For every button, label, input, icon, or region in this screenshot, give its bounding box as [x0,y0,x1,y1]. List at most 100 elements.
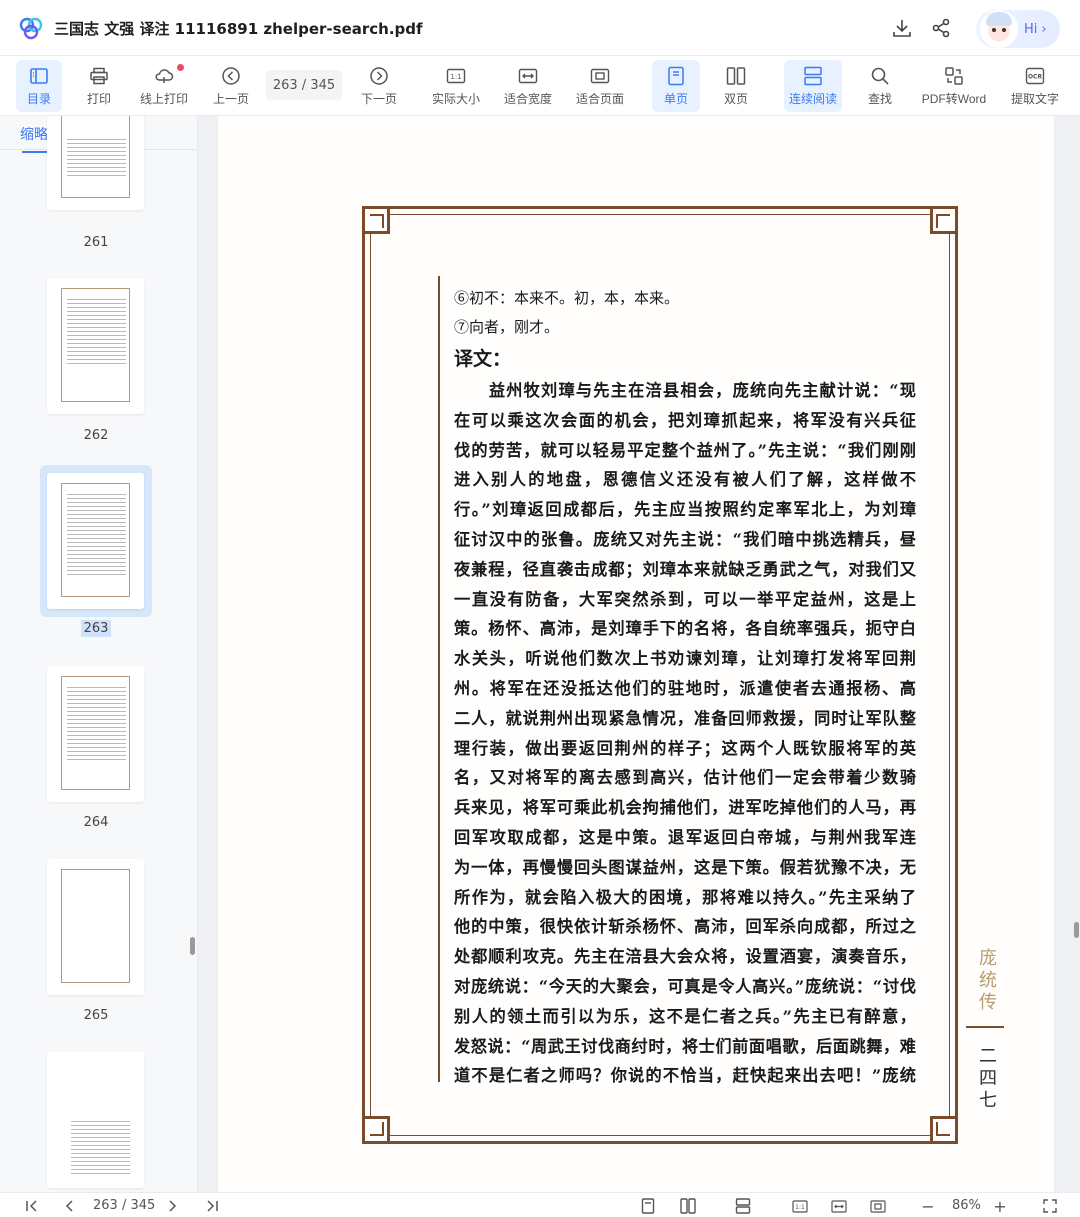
title-bar: 三国志 文强 译注 11116891 zhelper-search.pdf Hi… [0,0,1080,56]
svg-text:1:1: 1:1 [450,73,461,81]
actual-size-icon[interactable]: 1:1 [790,1196,810,1216]
fit-page-label: 适合页面 [575,91,624,106]
fit-width-label: 适合宽度 [503,91,552,106]
thumbnail-page [47,1052,144,1188]
text-line: 别人的领土而引以为乐，这不是仁者之兵。”先主已有醉意， [454,1006,916,1026]
print-label: 打印 [86,91,111,106]
actual-size-icon: 1:1 [445,66,467,86]
thumbnail-page [47,116,144,210]
print-button[interactable]: 打印 [76,60,122,112]
notification-dot [177,64,184,71]
next-page-label: 下一页 [360,91,397,106]
prev-circle-icon [220,66,242,86]
running-title: 庞统传 [976,948,1000,1014]
pdf-to-word-button[interactable]: PDF转Word [918,60,990,112]
prev-page-label: 上一页 [212,91,249,106]
find-label: 查找 [867,91,892,106]
next-page-icon[interactable] [162,1196,182,1216]
thumbnail-sidebar: 缩略图 目录 261 262 263 264 265 [0,116,198,1192]
single-page-label: 单页 [663,91,688,106]
double-page-icon[interactable] [677,1196,699,1216]
zoom-level[interactable]: 86% [952,1198,981,1213]
find-button[interactable]: 查找 [858,60,902,112]
text-line: 所作为，就会陷入极大的困境，那将难以持久。”先主采纳了 [454,887,916,907]
zoom-in-icon[interactable]: + [990,1196,1010,1216]
footnote: ⑥初不：本来不。初，本，本来。 [454,289,680,307]
text-line: 一直没有防备，大军突然杀到，可以一举平定益州，这是上 [454,589,916,609]
online-print-button[interactable]: 线上打印 [136,60,192,112]
text-line: 对庞统说：“今天的大聚会，可真是令人高兴。”庞统说：“讨伐 [454,976,916,996]
thumbnail-label: 261 [83,235,109,250]
page-text: ⑥初不：本来不。初，本，本来。 ⑦向者，刚才。 译文： 益州牧刘璋与先主在涪县相… [454,284,916,1091]
single-page-icon[interactable] [638,1196,658,1216]
convert-icon [943,66,965,86]
corner-ornament [930,206,958,234]
thumbnail-page [47,666,144,802]
page-number-input[interactable]: 263 / 345 [266,70,342,100]
double-page-button[interactable]: 双页 [712,60,760,112]
thumbnail-label: 263 [40,620,152,637]
prev-page-icon[interactable] [60,1196,80,1216]
thumbnail-266[interactable] [40,1038,152,1190]
fit-width-button[interactable]: 适合宽度 [500,60,556,112]
text-line: 伐的劳苦，就可以轻易平定整个益州了。”先主说：“我们刚刚 [454,440,916,460]
cloud-print-icon [153,66,175,86]
running-title-rule [966,1026,1004,1028]
thumbnail-263[interactable] [40,465,152,617]
corner-ornament [362,1116,390,1144]
first-page-icon[interactable] [22,1196,42,1216]
pdf-to-word-label: PDF转Word [921,91,987,106]
document-title: 三国志 文强 译注 11116891 zhelper-search.pdf [54,20,423,38]
continuous-button[interactable]: 连续阅读 [784,60,842,112]
search-icon [869,66,891,86]
page-number-char: 四 [979,1068,997,1089]
next-page-button[interactable]: 下一页 [356,60,402,112]
text-line: 进入别人的地盘，恩德信义还没有被人们了解，这样做不 [454,470,916,490]
app-logo-icon [19,17,43,40]
thumbnail-label: 265 [83,1008,109,1023]
page-indicator[interactable]: 263 / 345 [93,1198,155,1213]
fit-width-icon [517,66,539,86]
thumbnail-265[interactable] [40,845,152,997]
fit-page-button[interactable]: 适合页面 [572,60,628,112]
thumbnail-262[interactable] [40,264,152,416]
thumbnail-page [47,473,144,609]
text-line: 处都顺利攻克。先主在涪县大会众将，设置酒宴，演奏音乐， [454,947,916,967]
toc-icon [28,66,50,86]
fit-width-icon[interactable] [829,1196,849,1216]
last-page-icon[interactable] [202,1196,222,1216]
thumbnail-261[interactable] [40,116,152,212]
sidebar-scrollbar[interactable] [190,937,195,955]
viewer-scrollbar[interactable] [1074,922,1079,938]
section-heading: 译文： [454,348,512,370]
text-line: 名，又对将军的离去感到高兴，估计他们一定会带着少数骑 [454,768,916,788]
actual-size-button[interactable]: 1:1 实际大小 [428,60,484,112]
fullscreen-icon[interactable] [1040,1196,1060,1216]
text-line: 策。杨怀、高沛，是刘璋手下的名将，各自统率强兵，扼守白 [454,619,916,639]
thumbnail-264[interactable] [40,652,152,804]
text-line: 回军攻取成都，这是中策。退军返回白帝城，与荆州我军连 [454,827,916,847]
printer-icon [88,66,110,86]
running-title-char: 庞 [979,948,997,969]
pdf-page: ⑥初不：本来不。初，本，本来。 ⑦向者，刚才。 译文： 益州牧刘璋与先主在涪县相… [218,116,1054,1192]
assistant-button[interactable]: Hi › [976,10,1060,48]
toc-button[interactable]: 目录 [16,60,62,112]
single-page-button[interactable]: 单页 [652,60,700,112]
fit-page-icon [589,66,611,86]
corner-ornament [930,1116,958,1144]
single-page-icon [665,66,687,86]
thumbnail-page [47,278,144,414]
continuous-icon[interactable] [732,1196,754,1216]
fit-page-icon[interactable] [868,1196,888,1216]
zoom-out-icon[interactable]: − [918,1196,938,1216]
svg-text:OCR: OCR [1028,73,1043,80]
footnote: ⑦向者，刚才。 [454,318,560,336]
prev-page-button[interactable]: 上一页 [208,60,254,112]
extract-text-button[interactable]: OCR 提取文字 [1006,60,1064,112]
share-icon[interactable] [929,16,953,40]
thumbnail-label-text: 263 [80,620,112,637]
status-bar: 263 / 345 1:1 − 86% + [0,1192,1080,1217]
download-icon[interactable] [890,16,914,40]
margin-rule [438,276,440,1082]
chevron-right-icon: › [1041,21,1047,37]
